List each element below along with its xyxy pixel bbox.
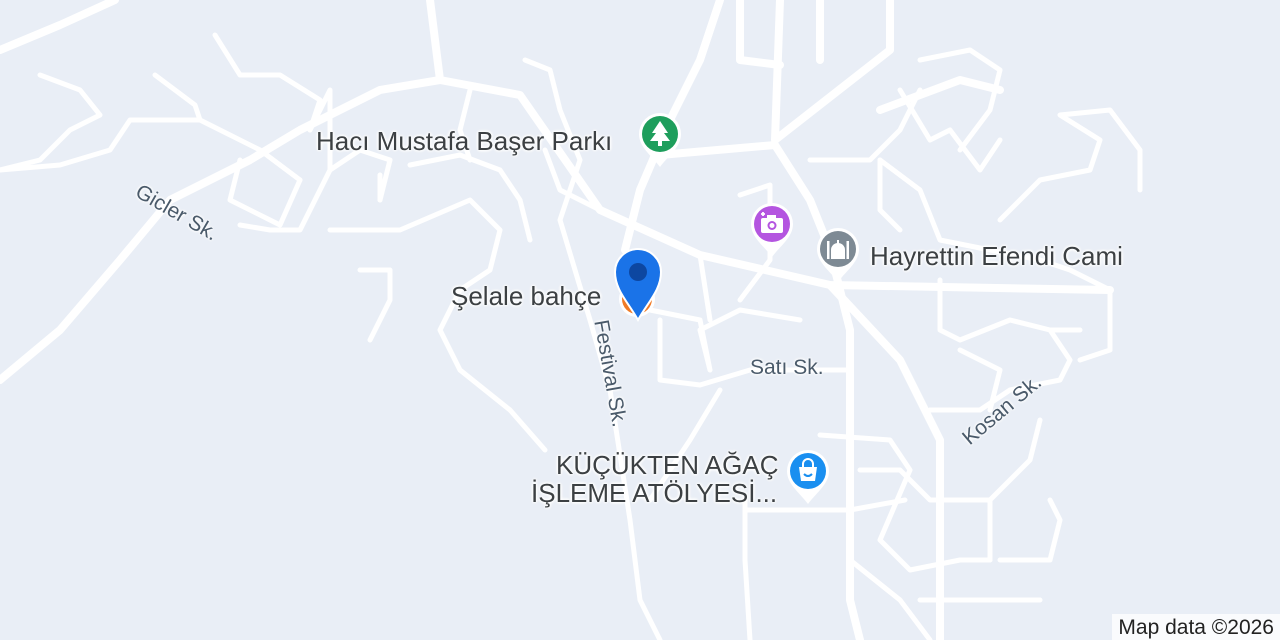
map-canvas[interactable]: Gicler Sk. Festival Sk. Satı Sk. Kosan S… (0, 0, 1280, 640)
shop-pin[interactable] (785, 450, 831, 506)
poi-label-shop-line2[interactable]: İŞLEME ATÖLYESİ... (531, 478, 777, 509)
selected-location-marker[interactable] (611, 244, 665, 324)
poi-label-restaurant[interactable]: Şelale bahçe (451, 281, 601, 312)
park-pin[interactable] (637, 113, 683, 169)
mosque-pin[interactable] (815, 228, 861, 284)
street-label-sati: Satı Sk. (750, 356, 824, 379)
poi-label-mosque[interactable]: Hayrettin Efendi Cami (870, 241, 1123, 272)
photo-spot-pin[interactable] (749, 203, 795, 259)
poi-label-park[interactable]: Hacı Mustafa Başer Parkı (316, 126, 612, 157)
map-attribution: Map data ©2026 (1112, 614, 1280, 640)
poi-label-shop-line1[interactable]: KÜÇÜKTEN AĞAÇ (556, 450, 779, 481)
location-pin-icon (629, 263, 647, 281)
